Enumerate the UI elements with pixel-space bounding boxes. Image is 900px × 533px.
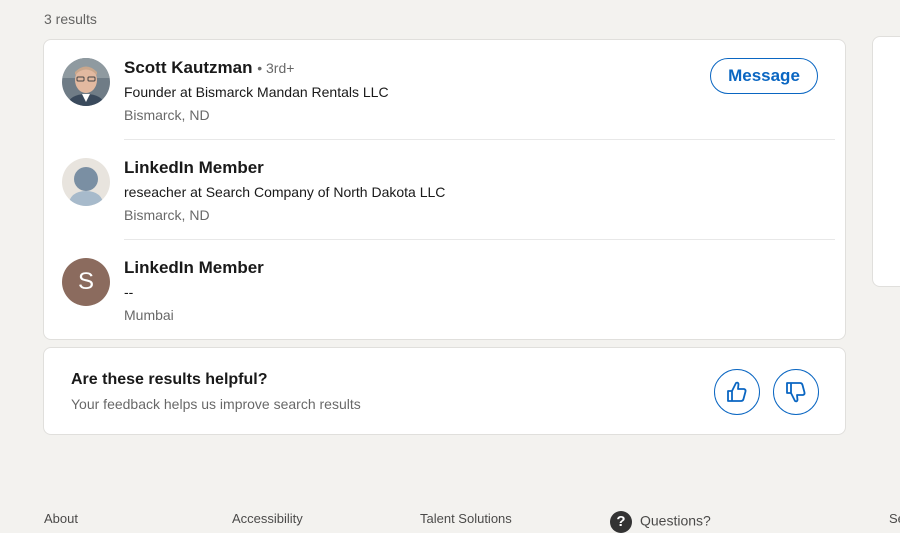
questions-link[interactable]: ? Questions? [610,511,711,533]
result-name-line[interactable]: LinkedIn Member [124,158,264,178]
result-item[interactable]: Scott Kautzman • 3rd+ Founder at Bismarc… [44,40,845,140]
result-location: Bismarck, ND [124,207,210,223]
result-headline: -- [124,284,134,300]
result-item[interactable]: LinkedIn Member reseacher at Search Comp… [44,140,845,240]
feedback-title: Are these results helpful? [71,371,268,388]
results-count: 3 results [44,11,97,27]
avatar[interactable] [62,58,110,106]
result-location: Bismarck, ND [124,107,210,123]
feedback-card: Are these results helpful? Your feedback… [43,347,846,435]
feedback-subtitle: Your feedback helps us improve search re… [71,396,361,412]
result-location: Mumbai [124,307,174,323]
footer-link-about[interactable]: About [44,511,78,526]
thumbs-up-icon [715,380,759,404]
question-icon: ? [610,511,632,533]
result-name-line[interactable]: Scott Kautzman • 3rd+ [124,58,294,78]
connection-degree: • 3rd+ [257,60,295,76]
result-name[interactable]: Scott Kautzman [124,58,252,77]
result-item[interactable]: S LinkedIn Member -- Mumbai [44,240,845,340]
search-results-card: Scott Kautzman • 3rd+ Founder at Bismarc… [43,39,846,340]
result-name-line[interactable]: LinkedIn Member [124,258,264,278]
thumbs-down-icon [774,380,818,404]
avatar [62,158,110,206]
questions-label[interactable]: Questions? [640,513,711,529]
thumbs-down-button[interactable] [773,369,819,415]
result-headline: Founder at Bismarck Mandan Rentals LLC [124,84,389,100]
footer-link-accessibility[interactable]: Accessibility [232,511,303,526]
message-button[interactable]: Message [710,58,818,94]
avatar: S [62,258,110,306]
result-name[interactable]: LinkedIn Member [124,158,264,177]
footer-link-talent-solutions[interactable]: Talent Solutions [420,511,512,526]
result-name[interactable]: LinkedIn Member [124,258,264,277]
footer-link-cut[interactable]: Se [889,511,900,526]
side-card [872,36,900,287]
thumbs-up-button[interactable] [714,369,760,415]
result-headline: reseacher at Search Company of North Dak… [124,184,446,200]
